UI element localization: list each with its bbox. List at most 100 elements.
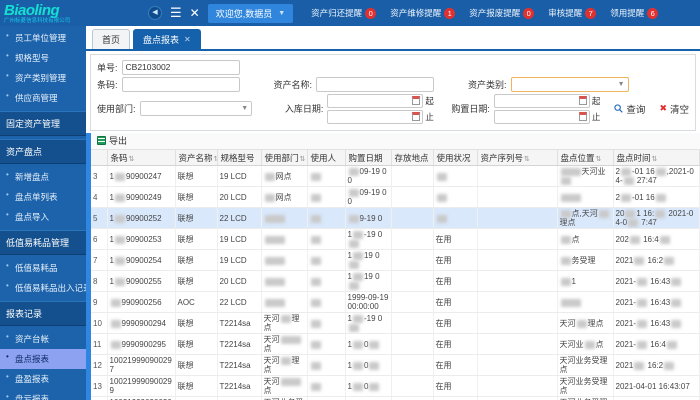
table-row[interactable]: 3 1 90900247 联想 19 LCD 网点 09-19 00 天河业 2 -01 16,2… [91,165,700,188]
sidebar-item-1[interactable]: 规格型号 [0,48,86,68]
redacted-blur [348,282,359,291]
column-header[interactable]: 使用状况 [433,149,478,167]
table-row[interactable]: 10 9990900294 联想 T2214sa 天河 理点 1 -19 0 在用 天河 理点 202… [91,312,700,335]
table-cell: 2021-04-01 16:43:07 [613,375,700,398]
column-header[interactable]: 条码⇅ [107,149,176,167]
table-cell [557,186,614,209]
table-row[interactable]: 7 1 90900254 联想 19 LCD 1 19 0 在用 务受理 2021 16:2 [91,249,700,272]
in-date-from-input[interactable] [327,93,424,108]
export-button[interactable]: 导出 [97,134,127,147]
table-cell: 22 LCD [217,207,262,230]
column-header[interactable]: 存放地点 [391,149,434,167]
column-header[interactable]: 资产序列号⇅ [477,149,558,167]
sidebar-item-11[interactable]: 低值易耗品出入记录 [0,278,86,298]
notice-item-4[interactable]: 领用提醒 6 [610,7,659,19]
use-dept-select[interactable]: ▼ [139,101,253,117]
row-number: 3 [91,165,108,188]
redacted-blur [560,298,581,307]
table-cell: 点 [557,228,614,251]
table-cell: T2214sa [217,354,262,377]
in-date-to-input[interactable] [327,109,424,124]
table-cell: 天河点 [261,333,308,356]
column-header[interactable]: 资产名称⇅ [175,149,218,167]
sidebar-item-3[interactable]: 供应商管理 [0,88,86,108]
table-cell [391,270,434,293]
calendar-icon[interactable] [412,112,421,122]
sidebar-group-header-5[interactable]: 资产盘点 [0,139,86,164]
menu-icon[interactable]: ☰ [170,5,182,21]
table-cell [477,186,558,209]
table-cell: 1999-09-19 00:00:00 [345,291,392,314]
report-table: 条码⇅资产名称⇅规格型号使用部门⇅使用人购置日期存放地点使用状况资产序列号⇅盘点… [91,149,700,400]
table-cell: 联想 [175,228,218,251]
sidebar-item-8[interactable]: 盘点导入 [0,207,86,227]
redacted-blur [352,252,363,261]
tab-close-icon[interactable]: ✕ [184,35,191,44]
topbar: Biaoling 广州标菱信息科技有限公司 ◀ ☰ ✕ 欢迎您,数据员 ▼ 资产… [0,0,700,26]
clear-button[interactable]: ✖ 清空 [659,102,689,116]
redacted-blur [620,193,631,202]
table-row[interactable]: 11 9990900295 联想 T2214sa 天河点 1 0 在用 天河业点 2021- 16… [91,333,700,356]
search-button-label: 查询 [626,104,646,116]
asset-name-input[interactable] [316,76,435,92]
sidebar-group-header-4[interactable]: 固定资产管理 [0,111,86,136]
redacted-blur [634,361,645,370]
calendar-icon[interactable] [412,96,421,106]
sidebar-item-0[interactable]: 员工单位管理 [0,28,86,48]
main-content: 首页 盘点报表 ✕ 单号: 条码: 资产名称: 资产类别: ▼ [86,26,700,400]
redacted-blur [659,235,670,244]
sidebar-item-6[interactable]: 新增盘点 [0,167,86,187]
notice-item-3[interactable]: 审核提醒 7 [548,7,597,19]
table-row[interactable]: 8 1 90900255 联想 20 LCD 1 19 0 在用 1 2021- 16:43 [91,270,700,293]
redacted-blur [560,210,571,219]
table-cell [307,249,346,272]
asset-type-select[interactable]: ▼ [510,76,629,92]
column-header[interactable]: 盘点位置⇅ [557,149,614,167]
sidebar-item-13[interactable]: 资产台帐 [0,329,86,349]
tab-1[interactable]: 盘点报表 ✕ [133,29,201,49]
buy-date-from-input[interactable] [493,93,590,108]
sidebar-item-7[interactable]: 盘点单列表 [0,187,86,207]
column-header[interactable]: 使用人 [307,149,346,167]
table-cell: 19 LCD [217,249,262,272]
sidebar-collapse-button[interactable]: ◀ [148,6,162,20]
redacted-blur [310,235,321,244]
table-row[interactable]: 4 1 90900249 联想 20 LCD 网点 09-19 00 2 -01 16 [91,186,700,209]
sidebar-group-header-9[interactable]: 低值易耗品管理 [0,230,86,255]
buy-date-to-input[interactable] [493,109,590,124]
calendar-icon[interactable] [578,96,587,106]
column-header[interactable]: 购置日期 [345,149,392,167]
column-header[interactable]: 盘点时间⇅ [613,149,700,167]
table-cell: 1 19 0 [345,249,392,272]
calendar-icon[interactable] [578,112,587,122]
table-cell [391,354,434,377]
table-row[interactable]: 5 1 90900252 联想 22 LCD 9-19 0 点,天河理点 20 1 16: 20… [91,207,700,230]
table-cell [477,375,558,398]
table-cell: 9990900294 [107,312,176,335]
sidebar-item-2[interactable]: 资产类别管理 [0,68,86,88]
notice-item-0[interactable]: 资产归还提醒 0 [311,7,377,19]
sidebar-item-16[interactable]: 盘亏报表 [0,389,86,400]
table-cell: 19 LCD [217,228,262,251]
table-row[interactable]: 13 100219990900299 联想 T2214sa 天河点 1 0 在用 天河业务受理点… [91,375,700,398]
user-menu[interactable]: 欢迎您,数据员 ▼ [207,3,294,23]
table-row[interactable]: 12 100219990900297 联想 T2214sa 天河 理点 1 0 在用 天河业务受理… [91,354,700,377]
sidebar-item-15[interactable]: 盘盈报表 [0,369,86,389]
sidebar-item-14[interactable]: 盘点报表 [0,349,86,369]
table-row[interactable]: 6 1 90900253 联想 19 LCD 1 -19 0 在用 点 202 16:4 [91,228,700,251]
table-cell [307,333,346,356]
order-no-input[interactable] [121,59,240,75]
column-header[interactable]: 使用部门⇅ [261,149,308,167]
sidebar-group-header-12[interactable]: 报表记录 [0,301,86,326]
notice-item-1[interactable]: 资产维修提醒 1 [390,7,456,19]
tab-0[interactable]: 首页 [92,29,131,49]
barcode-input[interactable] [121,76,240,92]
column-header[interactable]: 规格型号 [217,149,262,167]
notice-item-2[interactable]: 资产报废提醒 0 [469,7,535,19]
table-row[interactable]: 9 990900256 AOC 22 LCD 1999-09-19 00:00:00 在用… [91,291,700,314]
sidebar-item-10[interactable]: 低值易耗品 [0,258,86,278]
redacted-blur [348,168,359,177]
close-icon[interactable]: ✕ [190,6,200,20]
search-button[interactable]: 查询 [614,102,645,116]
redacted-blur [620,168,631,177]
